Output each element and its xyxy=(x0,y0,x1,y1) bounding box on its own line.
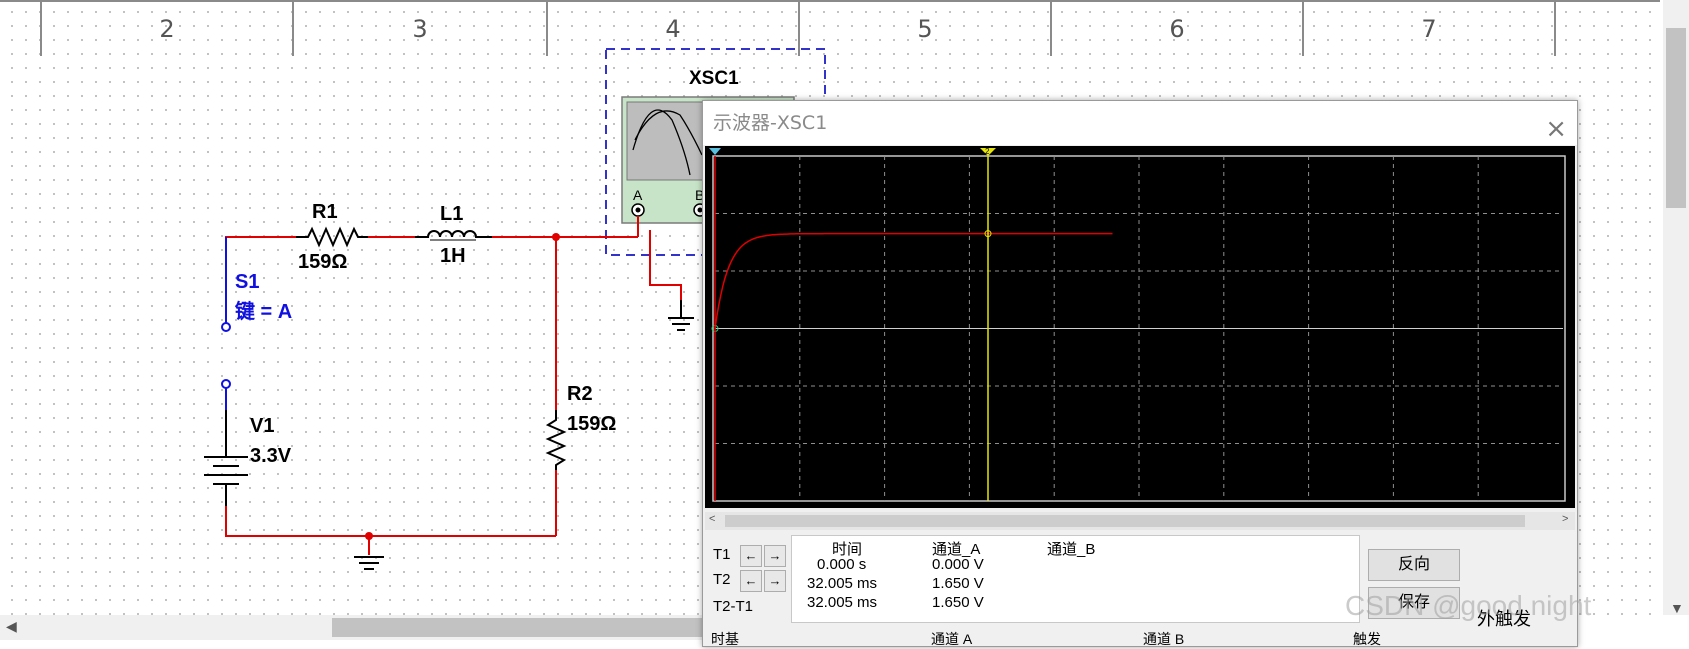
ground-symbol xyxy=(668,300,694,331)
scope-plot: 2 xyxy=(709,147,1566,502)
t2-t1-label: T2-T1 xyxy=(713,598,754,615)
close-icon[interactable]: × xyxy=(1535,107,1567,151)
channel-b-settings-label: 通道 B xyxy=(1143,631,1185,647)
t1-label: T1 xyxy=(713,546,731,563)
t1-left-arrow-button[interactable]: ← xyxy=(740,545,762,567)
resistor-r1[interactable]: R1 159Ω xyxy=(296,201,368,273)
scope-scroll-right-icon[interactable]: > xyxy=(1562,513,1568,525)
channel-a-trace xyxy=(714,232,1113,329)
scope-grid xyxy=(715,156,1563,501)
horizontal-scroll-thumb[interactable] xyxy=(332,618,704,637)
t2-label: T2 xyxy=(713,571,731,588)
canvas-horizontal-scrollbar[interactable]: ◀ xyxy=(0,615,705,640)
watermark-text: CSDN @good night xyxy=(1345,590,1592,621)
voltage-source-v1[interactable]: V1 3.3V xyxy=(204,410,292,506)
t1-right-arrow-button[interactable]: → xyxy=(764,545,786,567)
scope-scroll-thumb[interactable] xyxy=(725,515,1525,527)
ground-symbol xyxy=(354,556,384,570)
switch-s1[interactable]: S1 键 = A xyxy=(221,237,292,410)
t2-channel-a: 1.650 V xyxy=(932,575,984,592)
s1-key-label: 键 = A xyxy=(235,299,292,323)
t2-right-arrow-button[interactable]: → xyxy=(764,570,786,592)
oscilloscope-titlebar[interactable]: 示波器-XSC1 × xyxy=(703,101,1577,145)
window-title: 示波器-XSC1 xyxy=(713,112,828,134)
scope-display: 2 xyxy=(705,146,1575,508)
t2-time: 32.005 ms xyxy=(807,575,878,592)
channel-a-settings-label: 通道 A xyxy=(931,631,973,647)
v1-name: V1 xyxy=(250,415,274,437)
inductor-l1[interactable]: L1 1H xyxy=(415,203,492,267)
t2-t1-channel-a: 1.650 V xyxy=(932,594,984,611)
junction-dot xyxy=(365,532,373,540)
vertical-scroll-thumb[interactable] xyxy=(1666,28,1686,208)
scope-settings-header-row: 时基 通道 A 通道 B 触发 xyxy=(703,625,1577,647)
scope-scroll-left-icon[interactable]: < xyxy=(709,513,715,525)
r1-name: R1 xyxy=(312,201,338,223)
scope-trace-group xyxy=(711,230,1113,332)
scroll-left-icon[interactable]: ◀ xyxy=(6,618,17,635)
readout-header-channel-b: 通道_B xyxy=(1047,541,1096,558)
t1-time: 0.000 s xyxy=(817,556,867,573)
l1-name: L1 xyxy=(440,203,463,225)
trigger-settings-label: 触发 xyxy=(1353,631,1381,647)
cursor-t2-marker-label: 2 xyxy=(985,147,990,156)
t2-t1-time: 32.005 ms xyxy=(807,594,878,611)
reverse-button[interactable]: 反向 xyxy=(1368,549,1460,581)
scope-horizontal-scrollbar[interactable]: < > xyxy=(705,512,1575,530)
t2-left-arrow-button[interactable]: ← xyxy=(740,570,762,592)
v1-value: 3.3V xyxy=(250,445,292,467)
scope-port-a-label: A xyxy=(633,187,643,203)
r1-value: 159Ω xyxy=(298,251,347,273)
timebase-label: 时基 xyxy=(711,631,739,647)
scope-name-label: XSC1 xyxy=(689,68,739,89)
t1-channel-a: 0.000 V xyxy=(932,556,984,573)
l1-value: 1H xyxy=(440,245,466,267)
scroll-down-icon[interactable]: ▼ xyxy=(1670,600,1684,616)
cursor-t1-marker-icon[interactable] xyxy=(709,148,721,155)
s1-name: S1 xyxy=(235,271,259,293)
resistor-r2[interactable]: R2 159Ω xyxy=(545,383,616,470)
r2-name: R2 xyxy=(567,383,593,405)
oscilloscope-window[interactable]: 示波器-XSC1 × 2 < > T1 T2 T2-T1 ← → ← → 时间 … xyxy=(702,100,1578,647)
cursor-readout-panel: 时间 通道_A 通道_B 0.000 s 0.000 V 32.005 ms 1… xyxy=(791,535,1360,623)
canvas-vertical-scrollbar[interactable]: ▼ xyxy=(1663,0,1689,616)
junction-dot xyxy=(552,233,560,241)
r2-value: 159Ω xyxy=(567,413,616,435)
